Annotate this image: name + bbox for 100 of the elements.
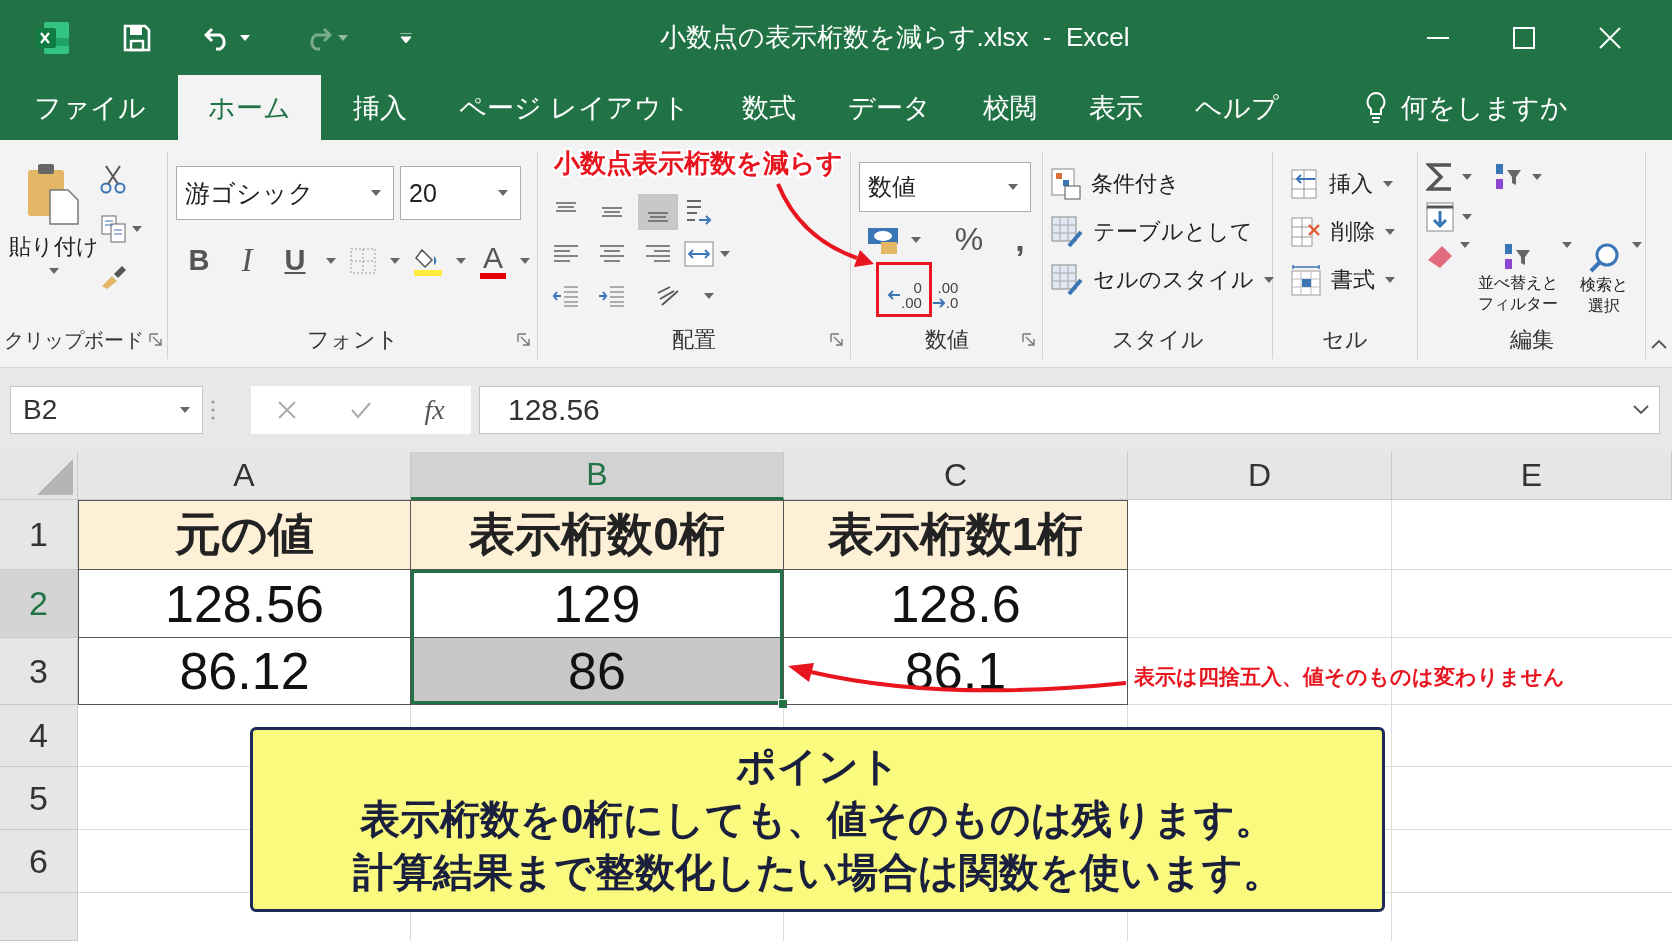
merge-center-icon[interactable] [684, 241, 714, 267]
ribbon-tab[interactable]: 数式 [715, 75, 822, 140]
column-header[interactable]: D [1128, 452, 1392, 500]
caret-icon[interactable] [1264, 277, 1274, 283]
style-button[interactable]: 条件付き [1051, 162, 1274, 206]
underline-button[interactable]: U [278, 244, 312, 277]
row-header[interactable]: 5 [0, 767, 78, 830]
cells-button[interactable]: 挿入 [1291, 162, 1395, 206]
bold-button[interactable]: B [182, 244, 216, 277]
row-header[interactable]: 1 [0, 500, 78, 570]
dialog-launcher-icon[interactable] [517, 333, 531, 347]
dialog-launcher-icon[interactable] [830, 333, 844, 347]
increase-indent-icon[interactable] [598, 284, 626, 308]
fill-handle[interactable] [778, 699, 788, 709]
name-box[interactable]: B2 [10, 386, 203, 434]
caret-icon[interactable] [371, 190, 381, 196]
window-title: 小数点の表示桁数を減らす.xlsx - Excel [659, 21, 1131, 54]
ribbon-tab[interactable]: 校閲 [956, 75, 1063, 140]
ribbon-tab[interactable]: ヘルプ [1168, 75, 1305, 140]
caret-icon[interactable] [1462, 174, 1472, 180]
caret-icon[interactable] [1632, 242, 1642, 248]
caret-icon[interactable] [1385, 229, 1395, 235]
caret-icon[interactable] [326, 257, 336, 264]
format-painter-icon[interactable] [100, 264, 128, 290]
ribbon-tab[interactable]: ホーム [178, 75, 321, 140]
table-cell[interactable]: 表示桁数0桁 [411, 500, 784, 570]
ribbon-tab[interactable]: ファイル [8, 75, 172, 140]
caret-icon[interactable] [240, 34, 250, 41]
table-cell[interactable]: 129 [411, 570, 784, 638]
ribbon-tab[interactable]: ページ レイアウト [433, 75, 716, 140]
caret-icon[interactable] [132, 226, 142, 232]
ribbon-tab[interactable]: 表示 [1062, 75, 1169, 140]
font-size-dropdown[interactable]: 20 [400, 166, 521, 220]
format-cells-icon [1291, 264, 1321, 296]
caret-icon[interactable] [1462, 214, 1472, 220]
caret-icon[interactable] [498, 190, 508, 196]
column-header[interactable]: A [78, 452, 411, 500]
table-cell[interactable]: 表示桁数1桁 [784, 500, 1128, 570]
caret-icon[interactable] [1383, 181, 1393, 187]
row-header[interactable]: 3 [0, 638, 78, 705]
font-color-button[interactable]: A [480, 242, 506, 279]
row-header[interactable]: 6 [0, 830, 78, 893]
number-format-dropdown[interactable]: 数値 [859, 162, 1031, 212]
font-name-dropdown[interactable]: 游ゴシック [176, 166, 394, 220]
row-header[interactable]: 4 [0, 705, 78, 767]
maximize-icon[interactable] [1512, 25, 1536, 50]
save-icon[interactable] [122, 22, 152, 53]
caret-icon[interactable] [390, 257, 400, 264]
comma-button[interactable]: , [1005, 220, 1035, 259]
dialog-launcher-icon[interactable] [1022, 333, 1036, 347]
caret-icon[interactable] [720, 251, 730, 257]
find-select-button[interactable]: 検索と 選択 [1580, 242, 1628, 316]
sort-filter-icon[interactable] [1494, 162, 1524, 192]
caret-icon[interactable] [1562, 242, 1572, 248]
caret-icon[interactable] [456, 257, 466, 264]
caret-icon[interactable] [180, 407, 190, 413]
italic-button[interactable]: I [230, 242, 264, 279]
column-header[interactable]: C [784, 452, 1128, 500]
close-icon[interactable] [1598, 25, 1622, 50]
cells-button[interactable]: 書式 [1291, 258, 1395, 302]
cells-button[interactable]: 削除 [1291, 210, 1395, 254]
insert-function-button[interactable]: fx [424, 394, 445, 426]
group-label: スタイル [1111, 326, 1204, 354]
caret-icon[interactable] [1532, 174, 1542, 180]
tell-me-search[interactable]: 何をしますか [1400, 89, 1568, 126]
fill-down-icon[interactable] [1426, 202, 1454, 232]
customize-icon[interactable] [400, 32, 412, 43]
caret-icon[interactable] [520, 257, 530, 264]
lightbulb-icon[interactable] [1364, 90, 1387, 125]
caret-icon[interactable] [911, 236, 921, 243]
increase-decimal-button[interactable]: .00 .0 [931, 275, 959, 315]
excel-logo-icon[interactable] [34, 19, 70, 56]
percent-button[interactable]: % [949, 221, 989, 258]
style-button[interactable]: セルのスタイル [1051, 258, 1274, 302]
sort-filter-button[interactable]: 並べ替えと フィルター [1478, 242, 1558, 314]
table-cell[interactable]: 128.56 [78, 570, 411, 638]
collapse-ribbon-icon[interactable] [1651, 339, 1667, 349]
paste-button[interactable]: 貼り付け [8, 156, 100, 321]
table-cell[interactable]: 元の値 [78, 500, 411, 570]
table-cell[interactable]: 128.6 [784, 570, 1128, 638]
style-button[interactable]: テーブルとして [1051, 210, 1274, 254]
expand-icon[interactable] [1633, 405, 1649, 415]
sum-icon[interactable] [1426, 162, 1454, 192]
row-header[interactable]: 2 [0, 570, 78, 638]
caret-icon[interactable] [1008, 184, 1018, 190]
cut-icon[interactable] [100, 164, 126, 194]
decrease-decimal-button[interactable]: 0 .00 [887, 275, 922, 315]
caret-icon[interactable] [49, 268, 59, 274]
caret-icon[interactable] [704, 293, 714, 299]
ribbon-tab[interactable]: データ [821, 75, 957, 140]
decrease-indent-icon[interactable] [552, 284, 580, 308]
ribbon-tab[interactable]: 挿入 [327, 75, 433, 140]
caret-icon[interactable] [1460, 242, 1470, 248]
vertical-align-button[interactable] [638, 194, 678, 230]
column-header[interactable]: B [411, 452, 784, 500]
caret-icon[interactable] [1385, 277, 1395, 283]
caret-icon[interactable] [338, 34, 348, 41]
column-header[interactable]: E [1392, 452, 1672, 500]
formula-input[interactable]: 128.56 [479, 386, 1660, 434]
dialog-launcher-icon[interactable] [149, 333, 163, 347]
